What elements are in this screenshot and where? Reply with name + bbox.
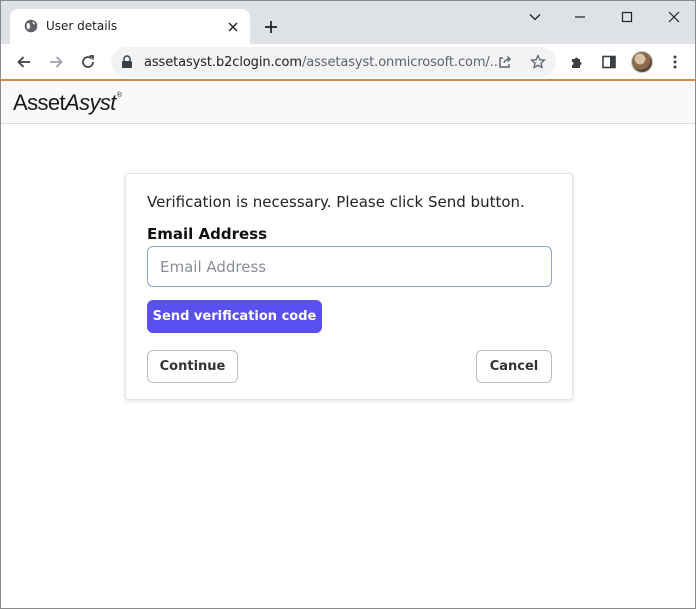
url-path: /assetasyst.onmicrosoft.com/... [301, 55, 502, 70]
tab-close-icon[interactable] [224, 18, 242, 36]
maximize-icon[interactable] [616, 6, 638, 28]
logo-main: Asset [13, 90, 66, 115]
asset-asyst-logo: AssetAsyst® [13, 90, 122, 116]
browser-toolbar: assetasyst.b2clogin.com/assetasyst.onmic… [1, 44, 695, 81]
browser-window: User details assetasyst.b2clogin.com/ass… [0, 0, 696, 609]
close-icon[interactable] [663, 6, 685, 28]
url-host: assetasyst.b2clogin.com [144, 55, 302, 70]
continue-button[interactable]: Continue [147, 350, 238, 383]
logo-italic: Asyst [65, 90, 116, 115]
address-bar[interactable]: assetasyst.b2clogin.com/assetasyst.onmic… [111, 47, 556, 77]
globe-icon [24, 19, 38, 33]
minimize-icon[interactable] [569, 6, 591, 28]
chevron-down-icon[interactable] [524, 6, 546, 28]
profile-avatar[interactable] [631, 51, 653, 73]
extensions-icon[interactable] [565, 50, 589, 74]
cancel-button[interactable]: Cancel [476, 350, 552, 383]
star-icon[interactable] [527, 51, 549, 73]
intro-text: Verification is necessary. Please click … [147, 193, 525, 211]
share-icon[interactable] [494, 51, 516, 73]
more-menu-icon[interactable] [663, 50, 687, 74]
tab-title: User details [46, 19, 118, 33]
logo-registered-mark: ® [116, 92, 122, 99]
tab-user-details[interactable]: User details [10, 9, 250, 44]
send-verification-button[interactable]: Send verification code [147, 300, 322, 333]
reload-icon[interactable] [76, 50, 100, 74]
back-arrow-icon[interactable] [12, 50, 36, 74]
new-tab-icon[interactable] [260, 16, 282, 38]
lock-icon[interactable] [121, 55, 133, 69]
tab-strip: User details [1, 1, 695, 44]
app-header: AssetAsyst® [1, 83, 695, 124]
url-text: assetasyst.b2clogin.com/assetasyst.onmic… [144, 55, 502, 70]
email-input[interactable] [147, 246, 552, 287]
email-label: Email Address [147, 225, 268, 243]
verification-card: Verification is necessary. Please click … [125, 173, 573, 400]
side-panel-icon[interactable] [597, 50, 621, 74]
forward-arrow-icon[interactable] [44, 50, 68, 74]
